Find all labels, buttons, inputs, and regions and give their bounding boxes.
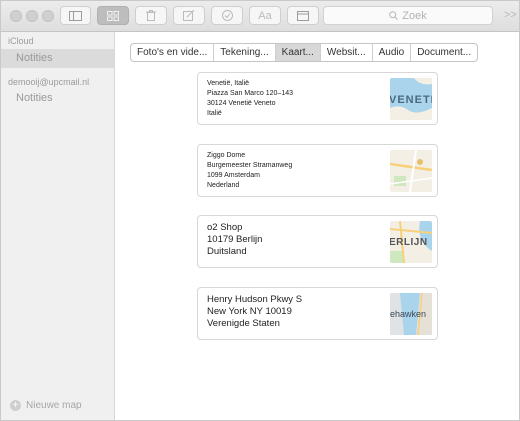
- map-label: VENETI: [390, 94, 432, 106]
- format-icon: Aa: [258, 9, 272, 22]
- window-icon: [297, 10, 309, 21]
- tab-audio[interactable]: Audio: [373, 44, 412, 61]
- location-address: Ziggo Dome Burgemeester Stramanweg 1099 …: [207, 151, 292, 191]
- search-icon: [389, 11, 399, 20]
- delete-button[interactable]: [135, 6, 167, 25]
- search-placeholder: Zoek: [402, 9, 427, 22]
- map-attachment-card[interactable]: Venetië, Italië Piazza San Marco 120–143…: [197, 72, 438, 125]
- address-line: 10179 Berlijn: [207, 234, 263, 245]
- map-attachment-card[interactable]: Ziggo Dome Burgemeester Stramanweg 1099 …: [197, 144, 438, 197]
- attachment-type-tabs: Foto's en vide... Tekening... Kaart... W…: [130, 43, 479, 62]
- minimize-window-button[interactable]: [26, 10, 38, 22]
- address-line: 1099 Amsterdam: [207, 172, 260, 179]
- address-line: o2 Shop: [207, 222, 243, 233]
- location-address: Henry Hudson Pkwy S New York NY 10019 Ve…: [207, 294, 302, 330]
- map-attachment-card[interactable]: o2 Shop 10179 Berlijn Duitsland ERLIJN: [197, 215, 438, 268]
- tab-websites[interactable]: Websit...: [321, 44, 373, 61]
- attachments-view-button[interactable]: [97, 6, 129, 25]
- tab-drawings[interactable]: Tekening...: [214, 44, 276, 61]
- account-label-icloud: iCloud: [8, 36, 34, 46]
- trash-icon: [146, 10, 156, 21]
- location-address: Venetië, Italië Piazza San Marco 120–143…: [207, 79, 293, 119]
- sidebar-item-upcmail-notities[interactable]: Notities: [1, 89, 114, 108]
- plus-icon: +: [10, 400, 21, 411]
- map-thumbnail: VENETI: [390, 78, 432, 120]
- address-line: New York NY 10019: [207, 306, 292, 317]
- address-line: Henry Hudson Pkwy S: [207, 294, 303, 305]
- location-address: o2 Shop 10179 Berlijn Duitsland: [207, 222, 262, 258]
- map-thumbnail: ehawken: [390, 293, 432, 335]
- new-folder-button[interactable]: + Nieuwe map: [10, 400, 82, 411]
- attachments-browser: Foto's en vide... Tekening... Kaart... W…: [115, 32, 519, 420]
- account-label-upcmail: demooij@upcmail.nl: [8, 77, 90, 87]
- compose-icon: [183, 10, 195, 21]
- toolbar: Aa Zoek >>: [1, 1, 519, 32]
- address-line: Burgemeester Stramanweg: [207, 162, 293, 169]
- grid-icon: [107, 10, 119, 21]
- address-line: Duitsland: [207, 246, 247, 257]
- format-button[interactable]: Aa: [249, 6, 281, 25]
- gallery-button[interactable]: [287, 6, 319, 25]
- map-thumbnail: ERLIJN: [390, 221, 432, 263]
- map-thumbnail: [390, 150, 432, 192]
- tab-maps[interactable]: Kaart...: [275, 44, 321, 61]
- close-window-button[interactable]: [10, 10, 22, 22]
- address-line: Italië: [207, 110, 222, 117]
- sidebar-icon: [69, 10, 82, 21]
- address-line: Nederland: [207, 182, 240, 189]
- sidebar: iCloud Notities demooij@upcmail.nl Notit…: [1, 32, 115, 420]
- address-line: Piazza San Marco 120–143: [207, 90, 293, 97]
- zoom-window-button[interactable]: [42, 10, 54, 22]
- map-label: ERLIJN: [390, 237, 428, 248]
- search-field[interactable]: Zoek: [323, 6, 493, 25]
- sidebar-toggle-button[interactable]: [60, 6, 91, 25]
- address-line: Venetië, Italië: [207, 80, 250, 87]
- sidebar-item-icloud-notities[interactable]: Notities: [1, 49, 114, 68]
- overflow-chevron-icon[interactable]: >>: [504, 9, 517, 21]
- notes-window: Aa Zoek >> iCloud Notities demooij@upcma…: [0, 0, 520, 421]
- compose-button[interactable]: [173, 6, 205, 25]
- new-folder-label: Nieuwe map: [26, 400, 82, 411]
- checkmark-circle-icon: [221, 10, 233, 21]
- checklist-button[interactable]: [211, 6, 243, 25]
- address-line: Ziggo Dome: [207, 152, 246, 159]
- address-line: 30124 Venetië Veneto: [207, 100, 276, 107]
- address-line: Verenigde Staten: [207, 318, 280, 329]
- tab-documents[interactable]: Document...: [411, 44, 477, 61]
- map-label: ehawken: [390, 309, 426, 319]
- map-attachment-card[interactable]: Henry Hudson Pkwy S New York NY 10019 Ve…: [197, 287, 438, 340]
- tab-photos-videos[interactable]: Foto's en vide...: [131, 44, 215, 61]
